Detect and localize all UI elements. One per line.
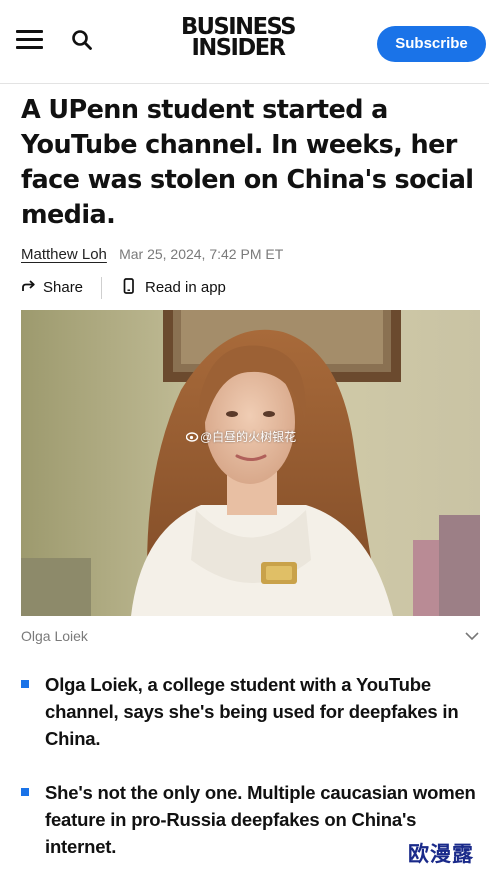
photo-caption: Olga Loiek <box>21 628 88 644</box>
image-watermark: @白昼的火树银花 <box>185 428 297 445</box>
business-insider-logo[interactable]: BUSINESS INSIDER <box>176 16 300 61</box>
read-in-app-label: Read in app <box>145 279 226 296</box>
phone-icon <box>123 278 134 294</box>
site-header: BUSINESS INSIDER Subscribe <box>0 0 489 84</box>
share-button[interactable]: Share <box>21 277 83 299</box>
actions-divider <box>101 277 102 299</box>
author-link[interactable]: Matthew Loh <box>21 246 107 263</box>
subscribe-button[interactable]: Subscribe <box>377 26 486 62</box>
weibo-icon <box>185 432 199 442</box>
search-icon[interactable] <box>70 28 94 52</box>
bullet-square-icon <box>21 788 29 796</box>
menu-icon[interactable] <box>16 28 44 50</box>
logo-line-2: INSIDER <box>191 35 286 61</box>
article-headline: A UPenn student started a YouTube channe… <box>21 95 474 230</box>
byline: Matthew Loh Mar 25, 2024, 7:42 PM ET <box>21 244 283 265</box>
bullet-square-icon <box>21 680 29 688</box>
portrait-illustration <box>21 310 480 616</box>
share-arrow-icon <box>22 280 35 291</box>
site-watermark: 欧漫露 <box>408 843 474 866</box>
share-label: Share <box>43 279 84 296</box>
article-photo: @白昼的火树银花 <box>21 310 480 616</box>
key-points: Olga Loiek, a college student with a You… <box>21 671 476 860</box>
watermark-text: @白昼的火树银花 <box>200 430 297 444</box>
key-point-item: Olga Loiek, a college student with a You… <box>21 671 476 752</box>
chevron-down-icon[interactable] <box>464 630 480 642</box>
publish-date: Mar 25, 2024, 7:42 PM ET <box>119 246 284 262</box>
read-in-app-button[interactable]: Read in app <box>123 277 226 299</box>
key-point-text: Olga Loiek, a college student with a You… <box>45 674 459 749</box>
